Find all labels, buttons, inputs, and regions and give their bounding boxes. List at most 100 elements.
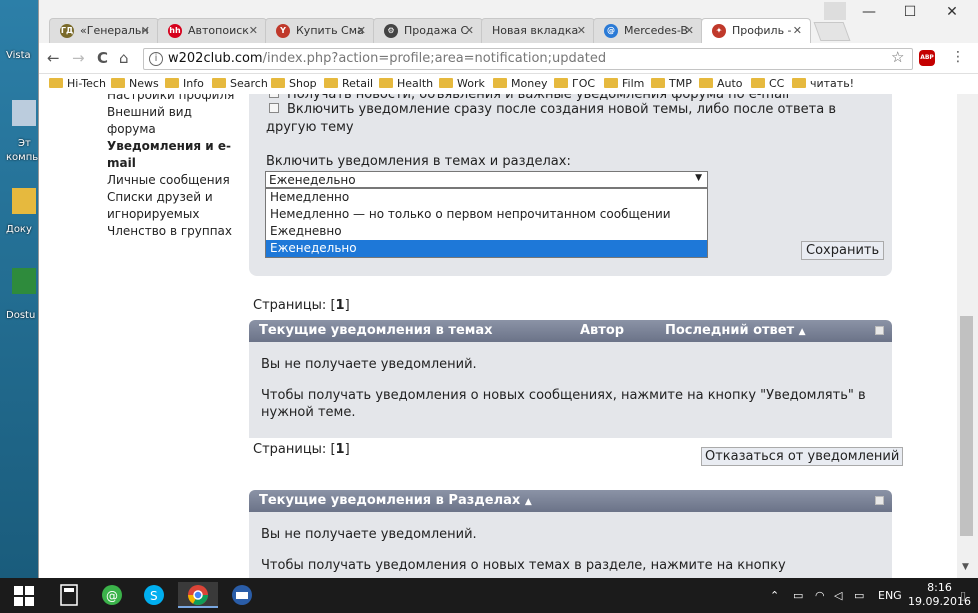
sidebar-item-forum-look[interactable]: Внешний вид форума [107,104,237,138]
close-icon[interactable]: ✕ [465,24,474,37]
folder-icon[interactable] [12,188,36,214]
bookmark-star-icon[interactable]: ☆ [891,48,904,66]
bookmark-folder[interactable]: Shop [271,77,317,90]
close-icon[interactable]: ✕ [249,24,258,37]
scroll-down-icon[interactable]: ▼ [962,562,969,572]
bookmark-folder[interactable]: TMP [651,77,692,90]
empty-message: Вы не получаете уведомлений. [261,527,477,542]
hint-message: Чтобы получать уведомления о новых сообщ… [261,388,866,420]
col-topic[interactable]: Текущие уведомления в темах [259,323,493,338]
save-button[interactable]: Сохранить [801,241,885,260]
close-icon[interactable]: ✕ [357,24,366,37]
folder-icon [792,78,806,88]
info-icon[interactable]: i [149,52,163,66]
close-icon[interactable]: ✕ [793,24,802,37]
vertical-scrollbar[interactable]: ▼ [957,94,978,578]
menu-icon[interactable]: ⋮ [951,49,965,65]
bookmark-label: Money [511,77,548,90]
tab-autopoisk[interactable]: hh Автопоиск ✕ [157,18,267,43]
start-button[interactable] [10,582,38,608]
scroll-thumb[interactable] [960,316,973,536]
tab-favicon-icon: ГД [60,24,74,38]
bookmark-folder[interactable]: Film [604,77,644,90]
sidebar-item-buddies[interactable]: Списки друзей и [107,189,237,206]
bookmark-folder[interactable]: Money [493,77,547,90]
checkbox[interactable] [269,94,279,98]
bookmark-folder[interactable]: Retail [324,77,373,90]
close-icon[interactable]: ✕ [577,24,586,37]
col-last-reply[interactable]: Последний ответ ▲ [665,323,806,338]
adblock-icon[interactable]: ABP [919,50,935,66]
forward-button[interactable]: → [72,49,85,67]
calculator-icon[interactable] [55,582,83,608]
volume-icon[interactable]: ◁ [834,589,842,602]
option-daily[interactable]: Ежедневно [266,223,707,240]
tab-label: Автопоиск [188,24,249,37]
new-tab-button[interactable] [813,22,851,41]
option-immediately-first[interactable]: Немедленно — но только о первом непрочит… [266,206,707,223]
bookmark-folder[interactable]: Info [165,77,204,90]
wifi-icon[interactable]: ◠ [815,589,825,602]
notifications-icon[interactable]: ▯ [960,589,966,602]
thunderbird-icon[interactable] [228,582,256,608]
bookmark-folder[interactable]: News [111,77,159,90]
bookmark-folder[interactable]: Health [379,77,433,90]
sidebar-item-pm[interactable]: Личные сообщения [107,172,237,189]
unsubscribe-button[interactable]: Отказаться от уведомлений [701,447,904,466]
tab-prodazha[interactable]: ⚙ Продажа С ✕ [373,18,483,43]
tray-app-icon[interactable]: ▭ [793,589,803,602]
home-button[interactable]: ⌂ [119,49,129,67]
user-profile-button[interactable] [824,2,846,20]
message-icon[interactable]: ▭ [854,589,864,602]
tab-new[interactable]: Новая вкладка ✕ [481,18,595,43]
tab-profile[interactable]: ✦ Профиль - ✕ [701,18,811,43]
desktop: Vista Эт компь Доку Dostu [0,0,38,578]
close-icon[interactable]: ✕ [141,24,150,37]
bookmark-folder[interactable]: читать! [792,77,854,90]
minimize-button[interactable]: — [854,4,884,20]
bookmark-folder[interactable]: CC [751,77,784,90]
chrome-icon[interactable] [178,582,218,608]
bookmark-label: Hi-Tech [67,77,106,90]
bookmark-folder[interactable]: Search [212,77,268,90]
sidebar-item-notifications[interactable]: Уведомления и e- [107,138,237,155]
tray-expand-icon[interactable]: ⌃ [770,589,779,602]
close-icon[interactable]: ✕ [685,24,694,37]
pager-current[interactable]: 1 [336,442,345,457]
notify-frequency-select[interactable]: Еженедельно ▼ [265,171,708,188]
tab-general[interactable]: ГД «Генеральн ✕ [49,18,159,43]
tab-mercedes[interactable]: @ Mercedes-B ✕ [593,18,703,43]
excel-file-icon[interactable] [12,268,36,294]
pager-current[interactable]: 1 [336,298,345,313]
maximize-button[interactable]: ☐ [895,4,925,20]
tab-label: Mercedes-B [624,24,688,37]
sidebar-item-notifications-cont[interactable]: mail [107,155,237,172]
close-window-button[interactable]: ✕ [937,4,967,20]
sidebar-item-buddies-cont[interactable]: игнорируемых [107,206,237,223]
option-weekly[interactable]: Еженедельно [266,240,707,257]
bookmark-folder[interactable]: ГОС [554,77,595,90]
back-button[interactable]: ← [47,49,60,67]
col-board[interactable]: Текущие уведомления в Разделах ▲ [259,493,532,508]
bookmark-folder[interactable]: Work [439,77,485,90]
reload-button[interactable]: C [97,49,108,67]
cb-news-row[interactable]: Получать новости, объявления и важные ув… [269,94,789,102]
select-all-checkbox[interactable] [875,496,884,505]
folder-icon [324,78,338,88]
bookmark-folder[interactable]: Auto [699,77,743,90]
icq-icon[interactable]: @ [98,582,126,608]
tab-kupit[interactable]: Y Купить Сма ✕ [265,18,375,43]
skype-icon[interactable]: S [140,582,168,608]
address-bar[interactable]: i w202club.com/index.php?action=profile;… [143,48,913,70]
select-all-checkbox[interactable] [875,326,884,335]
language-indicator[interactable]: ENG [878,589,902,602]
option-immediately[interactable]: Немедленно [266,189,707,206]
sidebar-item-profile-settings[interactable]: Настройки профиля [107,94,237,104]
profile-sidebar: Настройки профиля Внешний вид форума Уве… [107,94,237,240]
col-author[interactable]: Автор [580,323,624,338]
computer-icon[interactable] [12,100,36,126]
cb-notify-row[interactable]: Включить уведомление сразу после создани… [269,102,836,117]
checkbox[interactable] [269,103,279,113]
sidebar-item-groups[interactable]: Членство в группах [107,223,237,240]
bookmark-folder[interactable]: Hi-Tech [49,77,106,90]
